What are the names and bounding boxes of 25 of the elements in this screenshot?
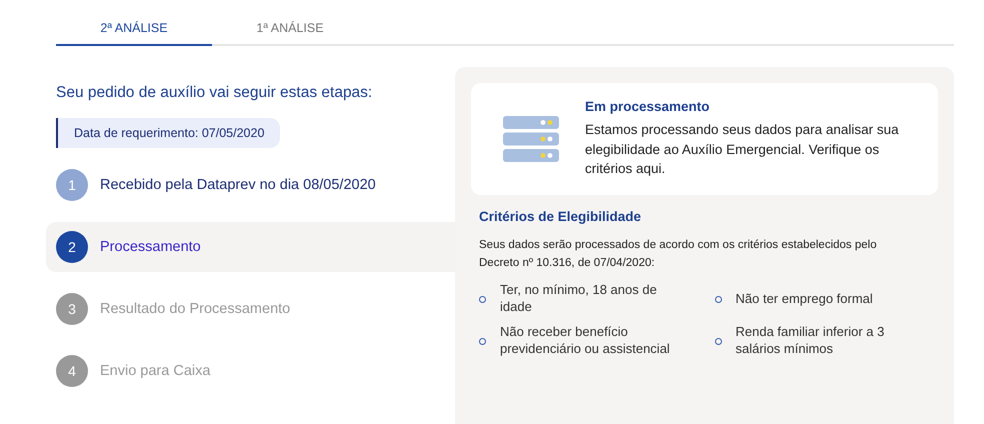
criterion: Ter, no mínimo, 18 anos de idade (500, 282, 658, 316)
steps-title: Seu pedido de auxílio vai seguir estas etapas: (56, 84, 374, 102)
step-label: Resultado do Processamento (100, 301, 290, 317)
criteria-intro: Seus dados serão processados de acordo com os critérios estabelecidos pelo Decreto nº 10.316, de 07/04/2020: (479, 238, 878, 272)
status-text: Estamos processando seus dados para analisar sua elegibilidade ao Auxílio Emergencial. Verifique os critérios aqui. (585, 121, 900, 178)
bullet-icon (714, 296, 722, 303)
bullet-icon (479, 338, 486, 345)
request-date: Data de requerimento: 07/05/2020 (56, 118, 280, 148)
bullet-icon (479, 296, 486, 303)
server-icon (503, 116, 559, 162)
bullet-icon (714, 338, 722, 345)
status-title: Em processamento (585, 99, 711, 114)
step-label: Envio para Caixa (100, 363, 210, 379)
criterion: Não receber benefício previdenciário ou assistencial (500, 324, 670, 358)
step-label: Processamento (100, 239, 201, 255)
criteria-title: Critérios de Elegibilidade (479, 208, 642, 224)
step-number: 3 (56, 293, 88, 325)
tab[interactable]: 1ª ANÁLISE (212, 0, 368, 46)
step-label: Recebido pela Dataprev no dia 08/05/2020 (100, 177, 376, 193)
tab[interactable]: 2ª ANÁLISE (56, 0, 212, 46)
step-number: 2 (56, 231, 88, 263)
step-number: 1 (56, 169, 88, 201)
criterion: Não ter emprego formal (736, 290, 874, 308)
criterion: Renda familiar inferior a 3 salários mínimos (736, 324, 886, 358)
step-number: 4 (56, 355, 88, 387)
